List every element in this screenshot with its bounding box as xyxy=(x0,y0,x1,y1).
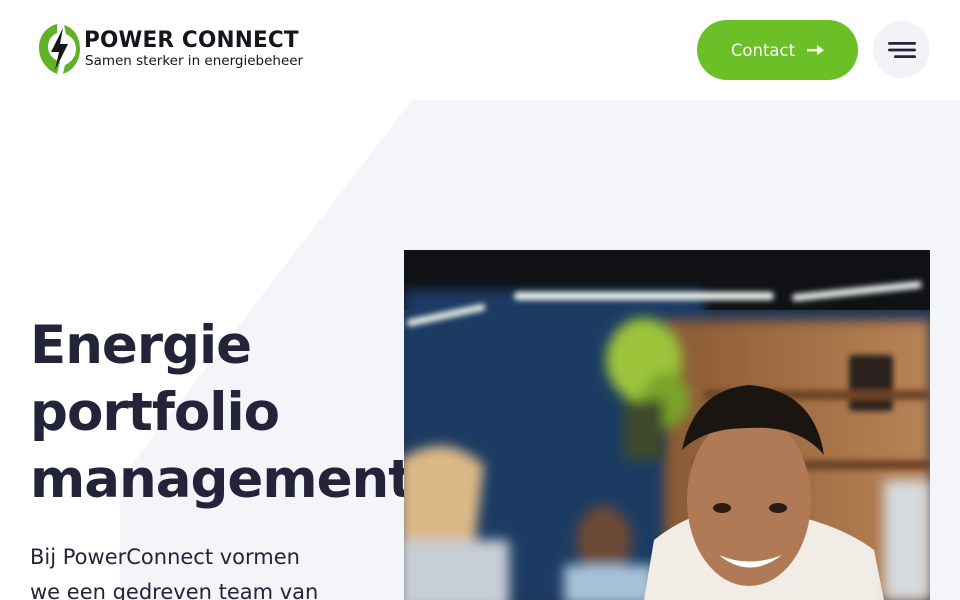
hero-title-line: Energie xyxy=(30,315,252,376)
hero-title: Energie portfolio management xyxy=(30,312,414,513)
hero-title-line: portfolio xyxy=(30,382,280,443)
hero-intro-line: Bij PowerConnect vormen xyxy=(30,545,300,569)
brand-name: POWER CONNECT xyxy=(84,27,299,53)
team-photo-illustration xyxy=(404,250,930,600)
arrow-right-icon xyxy=(807,45,825,55)
brand-logo[interactable]: POWER CONNECT Samen sterker in energiebe… xyxy=(37,22,303,76)
lightning-bolt-leaf-icon xyxy=(39,24,80,74)
contact-button-label: Contact xyxy=(730,40,796,60)
contact-button[interactable]: Contact xyxy=(697,20,858,80)
hamburger-menu-icon xyxy=(887,41,916,58)
hero-title-line: management xyxy=(30,449,414,510)
site-header: POWER CONNECT Samen sterker in energiebe… xyxy=(0,0,960,100)
hero-intro-line: we een gedreven team van xyxy=(30,580,319,600)
brand-tagline: Samen sterker in energiebeheer xyxy=(85,52,304,69)
menu-button[interactable] xyxy=(873,21,930,78)
team-photo xyxy=(404,250,930,600)
hero-intro: Bij PowerConnect vormen we een gedreven … xyxy=(30,540,350,600)
